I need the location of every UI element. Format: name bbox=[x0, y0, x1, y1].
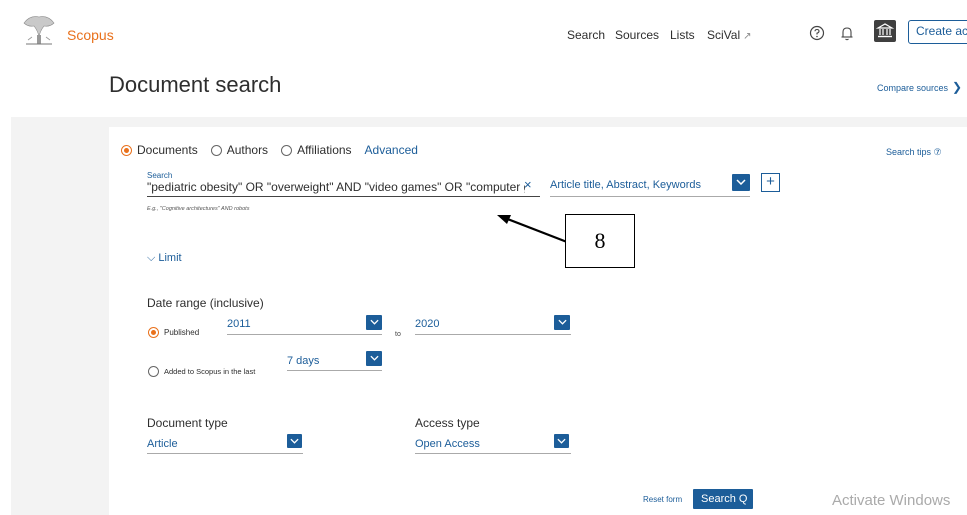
top-header: Scopus Search Sources Lists SciVal ↗ Crea… bbox=[0, 0, 967, 60]
chevron-down-icon: ⌵ bbox=[147, 252, 156, 264]
tab-affiliations-label: Affiliations bbox=[297, 143, 352, 157]
added-to-scopus-option[interactable]: Added to Scopus in the last bbox=[148, 366, 255, 377]
create-account-button[interactable]: Create acc bbox=[908, 20, 967, 44]
tab-documents-label: Documents bbox=[137, 143, 198, 157]
radio-icon[interactable] bbox=[210, 144, 222, 156]
access-type-label: Access type bbox=[415, 416, 480, 430]
added-days-underline bbox=[287, 370, 382, 371]
search-field-select[interactable]: Article title, Abstract, Keywords bbox=[550, 179, 701, 191]
external-link-icon: ↗ bbox=[743, 31, 752, 42]
from-year-chevron-down-icon[interactable] bbox=[366, 315, 382, 330]
scopus-brand[interactable]: Scopus bbox=[67, 27, 114, 43]
radio-icon[interactable] bbox=[281, 144, 293, 156]
nav-scival[interactable]: SciVal ↗ bbox=[707, 28, 752, 42]
nav-lists[interactable]: Lists bbox=[670, 28, 695, 42]
search-type-tabs: Documents Authors Affiliations Advanced bbox=[121, 143, 418, 157]
access-type-underline bbox=[415, 453, 571, 454]
annotation-number-box: 8 bbox=[565, 214, 635, 268]
to-year-underline bbox=[415, 334, 571, 335]
add-search-field-button[interactable]: + bbox=[761, 173, 780, 192]
compare-sources-label: Compare sources bbox=[877, 83, 949, 93]
search-tips-link[interactable]: Search tips ⑦ bbox=[886, 147, 942, 158]
published-label: Published bbox=[164, 328, 200, 337]
added-days-chevron-down-icon[interactable] bbox=[366, 351, 382, 366]
advanced-search-link[interactable]: Advanced bbox=[365, 143, 418, 157]
search-example-hint: E.g., "Cognitive architectures" AND robo… bbox=[147, 206, 250, 212]
tab-authors-label: Authors bbox=[226, 143, 269, 157]
compare-sources-link[interactable]: Compare sources ❯ bbox=[877, 80, 962, 94]
radio-icon[interactable] bbox=[148, 366, 159, 377]
page-title: Document search bbox=[109, 72, 282, 97]
document-type-chevron-down-icon[interactable] bbox=[287, 434, 302, 448]
reset-form-link[interactable]: Reset form bbox=[643, 495, 682, 504]
field-select-underline bbox=[550, 196, 750, 197]
to-year-select[interactable]: 2020 bbox=[415, 318, 439, 330]
document-type-label: Document type bbox=[147, 416, 228, 430]
search-input-underline bbox=[147, 196, 540, 197]
limit-label: Limit bbox=[158, 252, 182, 264]
clear-search-icon[interactable]: × bbox=[524, 177, 532, 192]
to-label: to bbox=[395, 331, 401, 338]
access-type-chevron-down-icon[interactable] bbox=[554, 434, 569, 448]
nav-search[interactable]: Search bbox=[567, 28, 605, 42]
search-button[interactable]: Search Q bbox=[693, 489, 753, 509]
limit-toggle[interactable]: ⌵ Limit bbox=[147, 252, 182, 265]
published-option[interactable]: Published bbox=[148, 327, 199, 338]
radio-selected-icon[interactable] bbox=[121, 144, 132, 156]
help-icon[interactable] bbox=[808, 24, 826, 42]
search-input[interactable]: "pediatric obesity" OR "overweight" AND … bbox=[147, 180, 525, 196]
nav-scival-label: SciVal bbox=[707, 28, 741, 42]
from-year-underline bbox=[227, 334, 382, 335]
to-year-chevron-down-icon[interactable] bbox=[554, 315, 570, 330]
chevron-right-icon: ❯ bbox=[952, 80, 963, 94]
tab-authors[interactable]: Authors bbox=[210, 143, 269, 157]
document-type-select[interactable]: Article bbox=[147, 438, 178, 450]
field-select-chevron-down-icon[interactable] bbox=[732, 174, 750, 191]
added-days-select[interactable]: 7 days bbox=[287, 355, 319, 367]
from-year-select[interactable]: 2011 bbox=[227, 318, 251, 330]
tab-affiliations[interactable]: Affiliations bbox=[281, 143, 352, 157]
added-to-scopus-label: Added to Scopus in the last bbox=[164, 367, 256, 376]
annotation-arrow bbox=[497, 215, 568, 244]
nav-sources[interactable]: Sources bbox=[615, 28, 659, 42]
activate-windows-watermark: Activate Windows bbox=[832, 492, 951, 509]
date-range-label: Date range (inclusive) bbox=[147, 296, 264, 310]
radio-selected-icon[interactable] bbox=[148, 327, 159, 338]
search-field-label: Search bbox=[147, 171, 173, 180]
access-type-select[interactable]: Open Access bbox=[415, 438, 480, 450]
bell-icon[interactable] bbox=[838, 24, 856, 42]
tab-documents[interactable]: Documents bbox=[121, 143, 198, 157]
institution-icon[interactable] bbox=[874, 20, 896, 42]
document-type-underline bbox=[147, 453, 303, 454]
elsevier-tree-logo[interactable] bbox=[20, 13, 58, 47]
